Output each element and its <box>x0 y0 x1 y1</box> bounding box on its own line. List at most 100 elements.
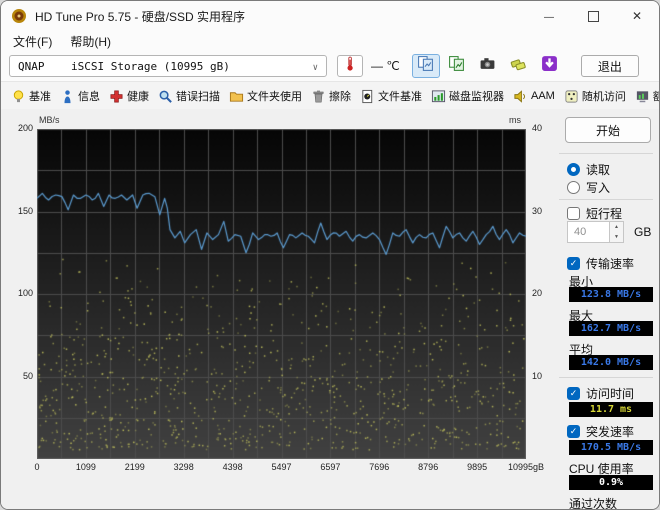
tab-aam[interactable]: AAM <box>513 89 555 104</box>
radio-selected-icon <box>567 163 580 176</box>
y-left-tick: 200 <box>17 123 33 133</box>
menu-bar: 文件(F) 帮助(H) <box>1 31 659 51</box>
window-controls <box>527 1 659 31</box>
x-tick: 0 <box>34 462 40 472</box>
copy-image-icon <box>417 55 434 77</box>
y-left-unit: MB/s <box>39 115 60 125</box>
tab-info[interactable]: 信息 <box>60 88 100 104</box>
tab-health[interactable]: 健康 <box>109 88 149 104</box>
radio-unselected-icon <box>567 181 580 194</box>
x-tick: 4398 <box>222 462 243 472</box>
update-button[interactable] <box>536 54 564 78</box>
close-button[interactable] <box>615 1 659 31</box>
short-stroke-checkbox[interactable]: 短行程 <box>567 205 622 222</box>
tab-label: 额外测试 <box>653 88 659 104</box>
x-tick: 6597 <box>320 462 341 472</box>
download-icon <box>541 55 558 77</box>
screenshot-button[interactable] <box>474 54 502 78</box>
benchmark-page: MB/s ms 开始 读取 写入 短行程 40 ▲ ▼ GB ✓ 传输速率 最小… <box>1 109 659 509</box>
max-value: 162.7 MB/s <box>569 321 653 336</box>
tab-label: 随机访问 <box>581 91 626 103</box>
tab-benchmark[interactable]: 基准 <box>11 88 51 104</box>
start-button[interactable]: 开始 <box>565 117 651 143</box>
checkbox-checked-icon <box>567 425 580 438</box>
short-stroke-spinner[interactable] <box>609 221 624 243</box>
copy-file-icon <box>448 55 465 77</box>
transfer-rate-label: 传输速率 <box>586 257 635 271</box>
tab-bar: 基准 信息 健康 错误扫描 文件夹使用 擦除 文件基准 磁盘监视器 AAM 随机访问 额外测试 <box>1 81 659 111</box>
tab-filebench[interactable]: 文件基准 <box>360 88 422 104</box>
checkbox-checked-icon <box>567 257 580 270</box>
access-time-label: 访问时间 <box>586 387 635 401</box>
tab-label: 健康 <box>127 91 149 103</box>
y-right-tick: 20 <box>532 288 543 298</box>
y-left-tick: 100 <box>17 288 33 298</box>
short-stroke-size: 40 GB <box>567 221 651 243</box>
pass-count-label: 通过次数 <box>569 497 618 510</box>
copy-screenshot-button[interactable] <box>411 54 440 78</box>
extra-icon <box>635 89 650 104</box>
exit-button[interactable]: 退出 <box>580 55 639 77</box>
menu-file[interactable]: 文件(F) <box>13 33 52 50</box>
access-time-value: 11.7 ms <box>569 402 653 417</box>
benchmark-controls: 开始 读取 写入 短行程 40 GB <box>557 109 657 509</box>
separator <box>559 377 653 378</box>
folder-icon <box>229 89 244 104</box>
tab-monitor[interactable]: 磁盘监视器 <box>431 88 504 104</box>
temperature-button[interactable] <box>337 55 363 77</box>
short-stroke-label: 短行程 <box>586 207 623 221</box>
filebench-icon <box>360 89 375 104</box>
gb-unit-label: GB <box>634 225 652 239</box>
read-radio[interactable]: 读取 <box>567 161 610 178</box>
transfer-rate-checkbox[interactable]: 传输速率 <box>567 255 634 272</box>
separator <box>559 153 653 154</box>
hdtune-window: HD Tune Pro 5.75 - 硬盘/SSD 实用程序 文件(F) 帮助(… <box>0 0 660 510</box>
maximize-button[interactable] <box>571 1 615 31</box>
y-right-unit: ms <box>509 115 521 125</box>
x-tick: 5497 <box>271 462 292 472</box>
checkbox-unchecked-icon <box>567 207 580 220</box>
info-icon <box>60 89 75 104</box>
x-tick: 2199 <box>124 462 145 472</box>
spin-up-icon <box>610 222 623 232</box>
toolbar: QNAP iSCSI Storage (10995 gB) — ℃ 退出 <box>1 51 659 81</box>
menu-help[interactable]: 帮助(H) <box>70 33 111 50</box>
write-label: 写入 <box>586 181 611 195</box>
monitor-icon <box>431 89 446 104</box>
access-time-checkbox[interactable]: 访问时间 <box>567 385 634 402</box>
y-left-tick: 50 <box>22 370 33 381</box>
y-right-tick: 40 <box>532 123 543 133</box>
tab-label: 文件基准 <box>378 91 422 103</box>
write-radio[interactable]: 写入 <box>567 179 610 196</box>
tab-scan[interactable]: 错误扫描 <box>158 88 220 104</box>
options-button[interactable] <box>505 54 533 78</box>
chevron-down-icon <box>313 60 318 73</box>
title-bar: HD Tune Pro 5.75 - 硬盘/SSD 实用程序 <box>1 1 659 31</box>
short-stroke-input[interactable]: 40 <box>567 221 609 243</box>
erase-icon <box>311 89 326 104</box>
aam-icon <box>513 89 528 104</box>
temperature-value: — ℃ <box>371 59 400 73</box>
tab-label: 错误扫描 <box>176 91 220 103</box>
maximize-icon <box>587 10 599 22</box>
save-screenshot-button[interactable] <box>443 54 471 78</box>
tab-label: 信息 <box>78 91 100 103</box>
minimize-button[interactable] <box>527 1 571 31</box>
y-right-tick: 30 <box>532 205 543 216</box>
window-title: HD Tune Pro 5.75 - 硬盘/SSD 实用程序 <box>35 9 246 24</box>
checkbox-checked-icon <box>567 387 580 400</box>
camera-icon <box>479 55 496 77</box>
tab-erase[interactable]: 擦除 <box>311 88 351 104</box>
tab-random[interactable]: 随机访问 <box>564 88 626 104</box>
burst-rate-checkbox[interactable]: 突发速率 <box>567 423 634 440</box>
drive-select-value: QNAP iSCSI Storage (10995 gB) <box>18 59 230 73</box>
tab-extra[interactable]: 额外测试 <box>635 88 659 104</box>
tab-label: 擦除 <box>329 91 351 103</box>
tab-folder[interactable]: 文件夹使用 <box>229 88 302 104</box>
tags-icon <box>510 55 527 77</box>
burst-rate-label: 突发速率 <box>586 425 635 439</box>
cpu-usage-value: 0.9% <box>569 475 653 490</box>
drive-select-dropdown[interactable]: QNAP iSCSI Storage (10995 gB) <box>9 55 327 77</box>
tab-label: AAM <box>531 90 555 102</box>
burst-rate-value: 170.5 MB/s <box>569 440 653 455</box>
